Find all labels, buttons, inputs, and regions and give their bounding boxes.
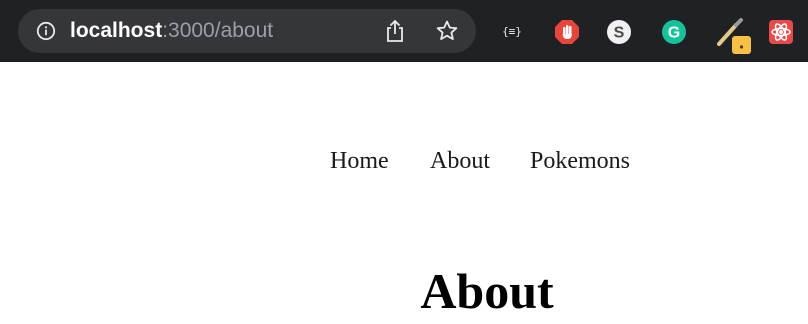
url-host: localhost	[70, 19, 163, 42]
nav-link-pokemons[interactable]: Pokemons	[530, 145, 630, 177]
brush-extension-icon[interactable]	[716, 14, 752, 54]
info-icon[interactable]	[36, 21, 56, 41]
url-text[interactable]: localhost:3000/about	[70, 18, 273, 44]
browser-toolbar: localhost:3000/about {≡} S G	[0, 0, 808, 62]
json-viewer-icon[interactable]: {≡}	[499, 22, 525, 42]
page-title: About	[420, 263, 554, 319]
adblock-icon[interactable]	[554, 19, 580, 45]
url-path: :3000/about	[162, 19, 274, 42]
nav-link-about[interactable]: About	[430, 145, 490, 177]
bookmark-star-icon[interactable]	[435, 19, 459, 43]
nav-link-home[interactable]: Home	[330, 145, 389, 177]
address-bar[interactable]: localhost:3000/about	[18, 9, 476, 53]
react-devtools-icon[interactable]	[768, 19, 794, 45]
s-extension-icon[interactable]: S	[606, 19, 632, 45]
svg-text:S: S	[614, 25, 625, 42]
svg-text:G: G	[668, 25, 680, 42]
share-icon[interactable]	[384, 19, 406, 43]
grammarly-icon[interactable]: G	[661, 19, 687, 45]
